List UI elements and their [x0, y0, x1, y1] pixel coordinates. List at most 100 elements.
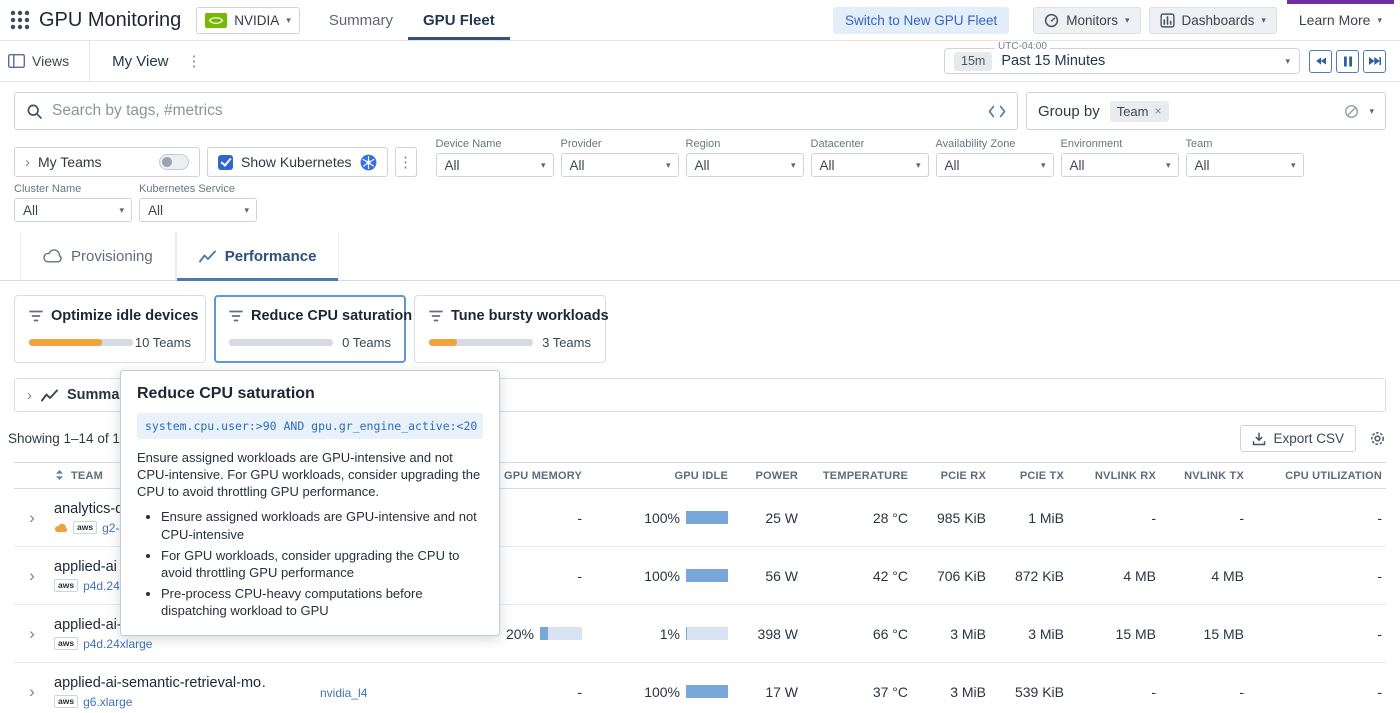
monitors-button[interactable]: Monitors ▾ — [1033, 7, 1140, 34]
fast-forward-icon — [1369, 56, 1381, 66]
tab-provisioning[interactable]: Provisioning — [20, 232, 176, 280]
chevron-down-icon: ▾ — [541, 161, 546, 170]
row-expander-icon[interactable]: › — [29, 508, 35, 527]
app-grid-icon[interactable] — [8, 8, 32, 32]
views-menu[interactable]: Views — [8, 53, 89, 69]
card-progress-bar — [229, 339, 333, 346]
tab-performance[interactable]: Performance — [176, 232, 340, 280]
top-tab-summary[interactable]: Summary — [314, 0, 408, 40]
filter-label: Cluster Name — [14, 183, 132, 195]
filter-label: Region — [686, 138, 804, 150]
gpu-idle-value: 100% — [644, 684, 680, 700]
insight-card-tune-bursty-workloads[interactable]: Tune bursty workloads3 Teams — [414, 295, 606, 363]
column-header-nvlink_rx[interactable]: NVLINK RX — [1068, 463, 1160, 489]
pcie-rx-value: 706 KiB — [912, 547, 990, 605]
time-pause-button[interactable] — [1336, 50, 1359, 73]
column-header-power[interactable]: POWER — [732, 463, 802, 489]
dashboards-button[interactable]: Dashboards ▾ — [1149, 7, 1277, 34]
filter-options-kebab[interactable]: ⋮ — [395, 147, 417, 177]
chevron-down-icon: ▾ — [1369, 107, 1374, 116]
chevron-right-icon: › — [27, 388, 32, 403]
filter-select-kubernetes-service[interactable]: All▾ — [139, 198, 257, 222]
remove-tag-icon[interactable]: × — [1155, 104, 1162, 118]
column-header-pcie_rx[interactable]: PCIE RX — [912, 463, 990, 489]
raw-query-code-icon[interactable] — [988, 105, 1006, 118]
nvlink-tx-value: 4 MB — [1160, 547, 1248, 605]
show-kubernetes-label: Show Kubernetes — [241, 154, 352, 170]
gpu-memory-value: 20% — [506, 626, 534, 642]
temperature-value: 37 °C — [802, 663, 912, 713]
column-header-temperature[interactable]: TEMPERATURE — [802, 463, 912, 489]
table-settings-button[interactable] — [1369, 430, 1386, 447]
my-teams-toggle[interactable] — [159, 154, 189, 170]
chevron-down-icon: ▾ — [791, 161, 796, 170]
time-forward-button[interactable] — [1363, 50, 1386, 73]
tooltip-query: system.cpu.user:>90 AND gpu.gr_engine_ac… — [137, 413, 483, 439]
filter-icon — [29, 310, 43, 322]
column-header-gpu_idle[interactable]: GPU IDLE — [586, 463, 732, 489]
cpu-utilization-value: - — [1248, 547, 1386, 605]
row-expander-icon[interactable]: › — [29, 624, 35, 643]
pcie-tx-value: 872 KiB — [990, 547, 1068, 605]
filter-select-datacenter[interactable]: All▾ — [811, 153, 929, 177]
instance-type[interactable]: p4d.24xlarge — [83, 637, 152, 651]
nvlink-rx-value: 15 MB — [1068, 605, 1160, 663]
time-range-selector[interactable]: UTC-04:00 15m Past 15 Minutes ▾ — [944, 48, 1300, 74]
aws-badge: aws — [54, 695, 78, 708]
switch-to-new-gpu-fleet-button[interactable]: Switch to New GPU Fleet — [833, 7, 1009, 34]
column-header-nvlink_tx[interactable]: NVLINK TX — [1160, 463, 1248, 489]
chevron-down-icon: ▾ — [1285, 57, 1290, 66]
filter-select-region[interactable]: All▾ — [686, 153, 804, 177]
time-backward-button[interactable] — [1309, 50, 1332, 73]
export-csv-button[interactable]: Export CSV — [1240, 425, 1356, 452]
gear-icon — [1369, 430, 1386, 447]
cpu-utilization-value: - — [1248, 663, 1386, 713]
tooltip-title: Reduce CPU saturation — [137, 385, 483, 403]
device-name[interactable]: nvidia_l4 — [320, 686, 367, 700]
tooltip-bullets: Ensure assigned workloads are GPU-intens… — [137, 508, 483, 619]
group-by-control[interactable]: Group by Team × ▾ — [1026, 92, 1386, 130]
dashboards-label: Dashboards — [1182, 13, 1255, 28]
row-expander-icon[interactable]: › — [29, 566, 35, 585]
clear-group-by-icon[interactable] — [1344, 104, 1359, 119]
column-header-pcie_tx[interactable]: PCIE TX — [990, 463, 1068, 489]
filter-select-device-name[interactable]: All▾ — [436, 153, 554, 177]
page-title: GPU Monitoring — [39, 9, 181, 32]
learn-more-button[interactable]: Learn More ▾ — [1287, 0, 1394, 40]
filter-select-availability-zone[interactable]: All▾ — [936, 153, 1054, 177]
filter-select-provider[interactable]: All▾ — [561, 153, 679, 177]
filter-select-team[interactable]: All▾ — [1186, 153, 1304, 177]
top-tab-gpu-fleet[interactable]: GPU Fleet — [408, 0, 510, 40]
view-options-kebab-icon[interactable]: ⋮ — [187, 54, 202, 69]
search-input[interactable] — [52, 102, 979, 120]
power-value: 17 W — [732, 663, 802, 713]
org-selector[interactable]: NVIDIA ▾ — [196, 7, 300, 34]
chevron-down-icon: ▾ — [244, 206, 249, 215]
my-teams-control[interactable]: › My Teams — [14, 147, 200, 177]
card-teams-count: 10 Teams — [135, 335, 191, 350]
rewind-icon — [1315, 56, 1326, 66]
download-icon — [1252, 432, 1266, 446]
filter-select-environment[interactable]: All▾ — [1061, 153, 1179, 177]
nvlink-tx-value: - — [1160, 489, 1248, 547]
filter-select-cluster-name[interactable]: All▾ — [14, 198, 132, 222]
instance-type[interactable]: g6.xlarge — [83, 695, 132, 709]
insight-card-optimize-idle-devices[interactable]: Optimize idle devices10 Teams — [14, 295, 206, 363]
filter-provider: ProviderAll▾ — [561, 138, 679, 177]
temperature-value: 42 °C — [802, 547, 912, 605]
group-by-tag-team[interactable]: Team × — [1110, 101, 1169, 122]
show-kubernetes-control[interactable]: Show Kubernetes — [207, 147, 388, 177]
card-teams-count: 0 Teams — [342, 335, 391, 350]
column-header-cpu_utilization[interactable]: CPU UTILIZATION — [1248, 463, 1386, 489]
filter-label: Availability Zone — [936, 138, 1054, 150]
filter-row-2-selects: Cluster NameAll▾Kubernetes ServiceAll▾ — [14, 183, 257, 222]
group-by-label: Group by — [1038, 103, 1100, 120]
filter-icon — [429, 310, 443, 322]
insight-card-reduce-cpu-saturation[interactable]: Reduce CPU saturation0 Teams — [214, 295, 406, 363]
table-row[interactable]: ›applied-ai-semantic-retrieval-mo…awsg6.… — [14, 663, 1386, 713]
show-kubernetes-checkbox[interactable] — [218, 155, 233, 170]
monitors-label: Monitors — [1066, 13, 1118, 28]
row-expander-icon[interactable]: › — [29, 682, 35, 701]
gpu-idle-value: 1% — [660, 626, 680, 642]
value-bar — [686, 569, 728, 582]
